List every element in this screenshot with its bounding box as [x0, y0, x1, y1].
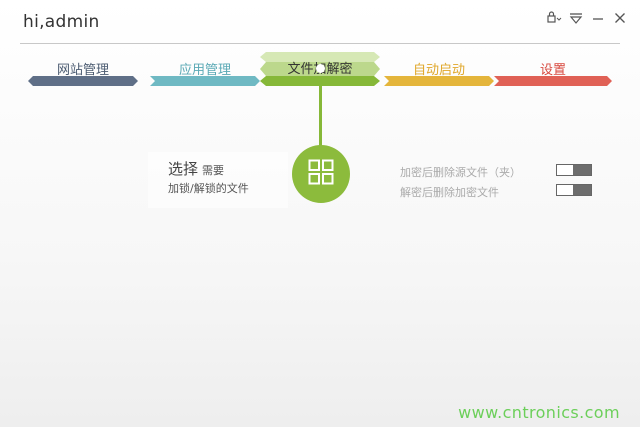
option-delete-source-toggle[interactable] [556, 164, 592, 176]
grid-icon [308, 159, 334, 189]
step-connector [319, 86, 322, 148]
tab-bar [150, 76, 260, 86]
tab-bar [494, 76, 612, 86]
select-label-main: 选择 [168, 160, 199, 178]
lock-icon [546, 9, 562, 28]
lock-menu-button[interactable] [546, 10, 562, 26]
tab-app-management[interactable]: 应用管理 [150, 52, 260, 92]
close-button[interactable] [612, 10, 628, 26]
minimize-button[interactable] [590, 10, 606, 26]
select-description: 加锁/解锁的文件 [168, 182, 249, 195]
tab-bar [28, 76, 138, 86]
tab-bar [384, 76, 494, 86]
title-divider [20, 43, 620, 44]
window-controls [546, 10, 628, 26]
tab-auto-start[interactable]: 自动启动 [384, 52, 494, 92]
connector-dot [316, 64, 325, 73]
toggle-knob [573, 165, 591, 175]
tab-website-management[interactable]: 网站管理 [28, 52, 138, 92]
option-delete-encrypted-label: 解密后删除加密文件 [400, 186, 499, 199]
title-bar: hi,admin [0, 0, 640, 44]
option-delete-encrypted-toggle[interactable] [556, 184, 592, 196]
close-icon [614, 9, 626, 28]
select-label-small: 需要 [202, 164, 225, 177]
watermark: www.cntronics.com [458, 403, 620, 422]
window-title: hi,admin [23, 12, 100, 32]
minimize-icon [592, 9, 604, 28]
dropdown-menu-icon [569, 9, 583, 28]
select-label: 选择 需要 [168, 158, 224, 179]
tab-settings[interactable]: 设置 [494, 52, 612, 92]
toggle-knob [573, 185, 591, 195]
option-delete-source-label: 加密后删除源文件（夹） [400, 166, 521, 179]
menu-button[interactable] [568, 10, 584, 26]
select-file-button[interactable] [292, 145, 350, 203]
